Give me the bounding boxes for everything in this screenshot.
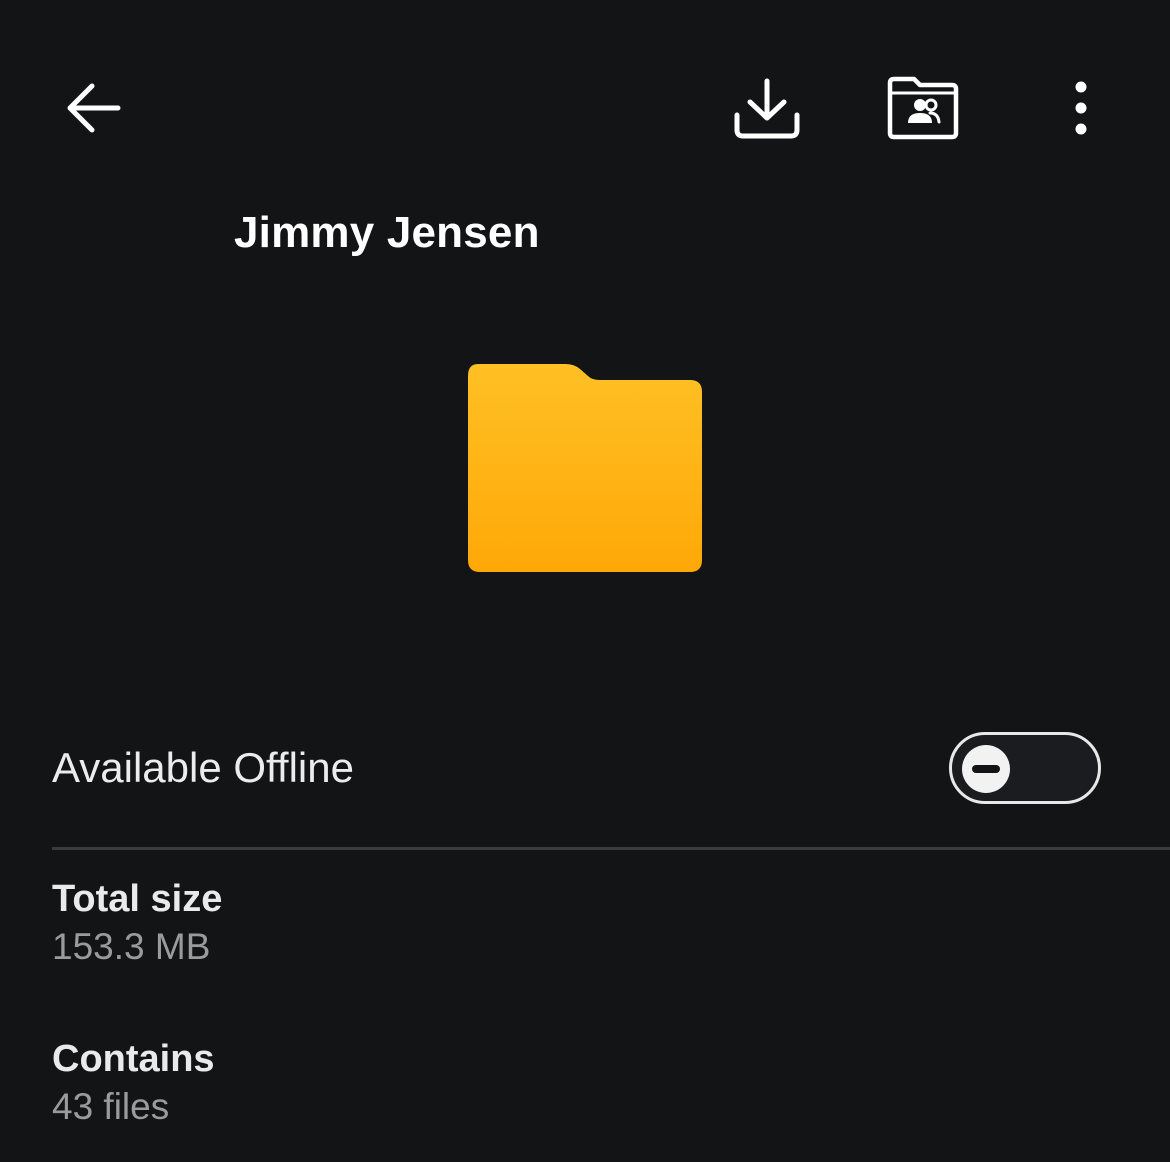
total-size-label: Total size [52,878,223,920]
more-vertical-icon [1075,81,1087,135]
download-button[interactable] [722,66,812,150]
folder-name: Jimmy Jensen [234,208,540,257]
shared-folder-button[interactable] [878,66,968,150]
folder-preview [460,358,710,582]
shared-folder-icon [887,76,959,140]
divider [52,847,1170,850]
available-offline-toggle[interactable] [949,732,1101,804]
available-offline-label: Available Offline [52,744,354,791]
contains-label: Contains [52,1038,215,1080]
toggle-thumb [962,745,1010,793]
back-button[interactable] [52,68,132,148]
contains-value: 43 files [52,1086,170,1127]
total-size-value: 153.3 MB [52,926,211,967]
arrow-left-icon [67,83,121,133]
download-icon [734,78,800,139]
folder-icon [468,364,702,572]
more-options-button[interactable] [1046,68,1116,148]
